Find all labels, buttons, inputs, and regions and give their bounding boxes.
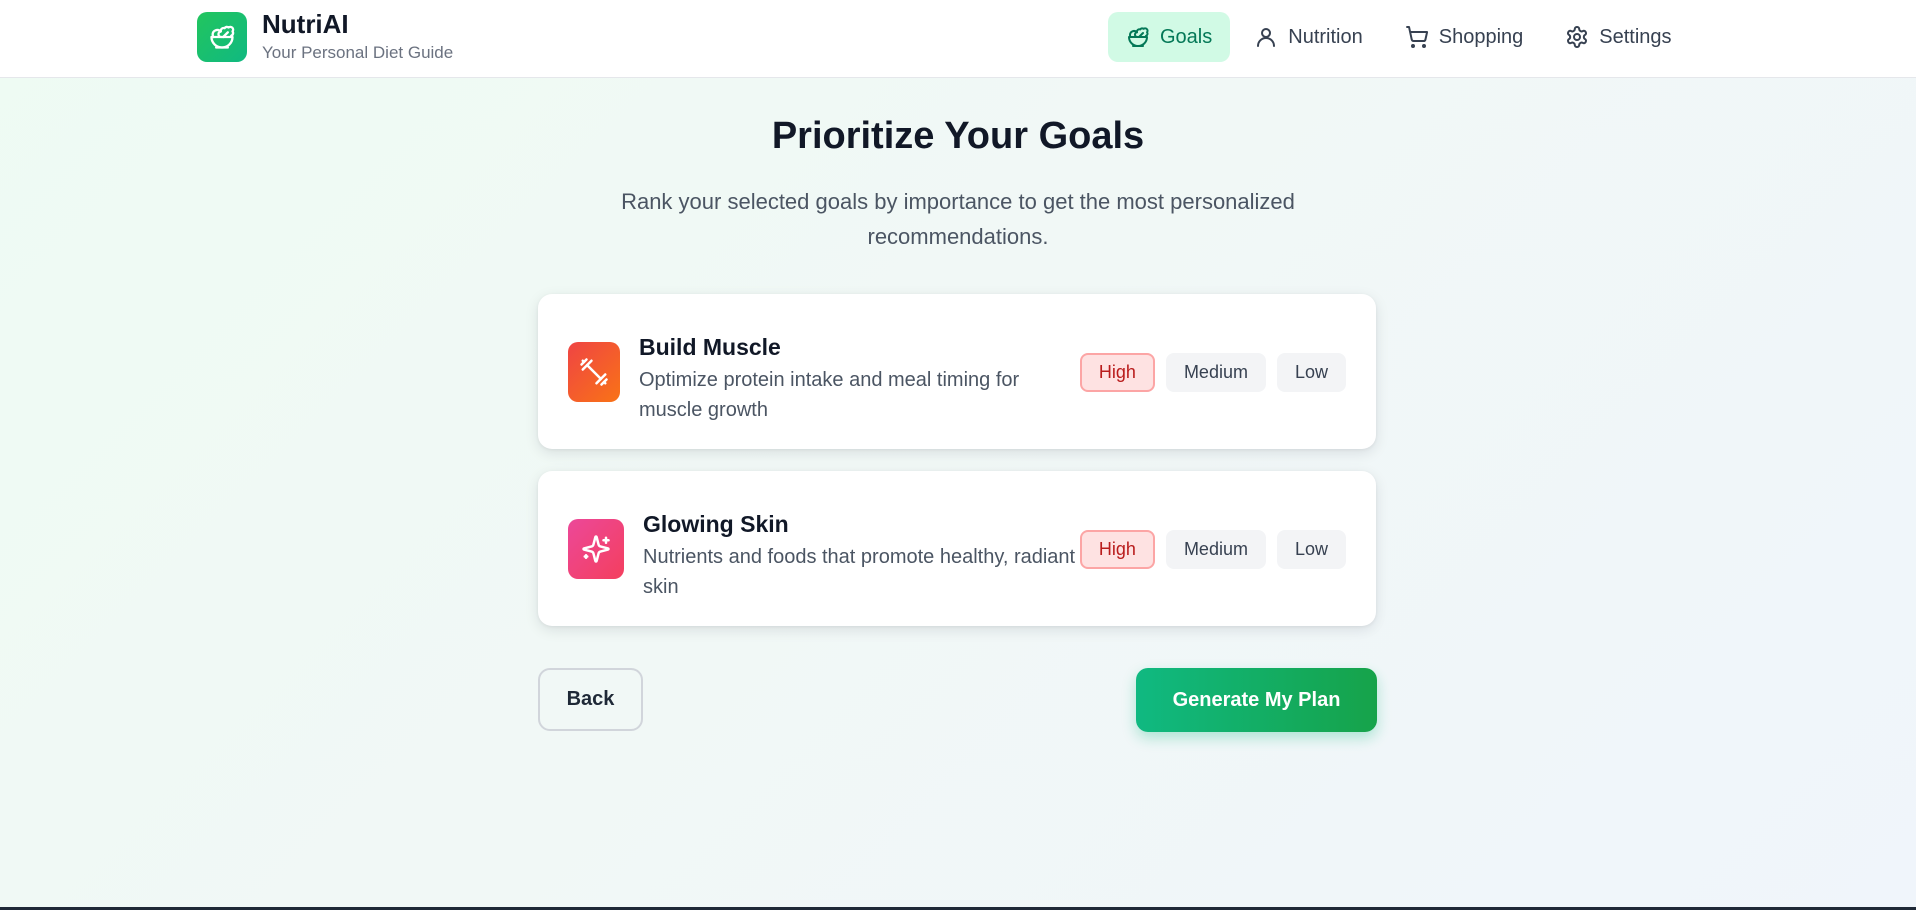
back-button[interactable]: Back: [538, 668, 643, 731]
dumbbell-icon: [568, 342, 620, 402]
page-subtitle: Rank your selected goals by importance t…: [621, 189, 1295, 249]
gear-icon: [1567, 26, 1588, 48]
priority-medium-button[interactable]: Medium: [1165, 353, 1266, 392]
app-name: NutriAI: [262, 9, 349, 39]
goal-description: Nutrients and foods that promote healthy…: [643, 546, 1076, 598]
page-title: Prioritize Your Goals: [771, 115, 1145, 157]
nav-item-nutrition[interactable]: Nutrition: [1236, 12, 1380, 62]
priority-medium-button[interactable]: Medium: [1165, 530, 1266, 569]
priority-selector: High Medium Low: [1079, 530, 1346, 569]
brand[interactable]: NutriAI Your Personal Diet Guide: [197, 9, 454, 62]
goal-title: Build Muscle: [639, 334, 781, 360]
nav-item-settings[interactable]: Settings: [1547, 12, 1689, 62]
goal-card-glowing-skin: Glowing Skin Nutrients and foods that pr…: [538, 471, 1376, 626]
nav-label-goals: Goals: [1160, 25, 1213, 48]
cart-icon: [1405, 26, 1428, 48]
nav-item-goals[interactable]: Goals: [1108, 12, 1231, 62]
priority-low-button[interactable]: Low: [1276, 353, 1346, 392]
salad-bowl-logo-icon: [197, 12, 247, 62]
nav-label-settings: Settings: [1599, 25, 1672, 48]
user-icon: [1257, 28, 1276, 47]
priority-high-button[interactable]: High: [1079, 353, 1155, 392]
nav-label-nutrition: Nutrition: [1288, 25, 1363, 48]
goal-title: Glowing Skin: [643, 511, 789, 537]
nav-label-shopping: Shopping: [1438, 25, 1524, 48]
goal-card-build-muscle: Build Muscle Optimize protein intake and…: [538, 294, 1376, 449]
app-tagline: Your Personal Diet Guide: [262, 43, 454, 62]
nav-item-shopping[interactable]: Shopping: [1387, 12, 1542, 62]
top-header: NutriAI Your Personal Diet Guide Goals N…: [0, 0, 1916, 78]
generate-plan-button[interactable]: Generate My Plan: [1136, 668, 1377, 732]
main-nav: Goals Nutrition Shopping Settings: [1108, 12, 1690, 62]
priority-low-button[interactable]: Low: [1276, 530, 1346, 569]
sparkles-icon: [568, 519, 624, 579]
goal-description: Optimize protein intake and meal timing …: [639, 369, 1020, 421]
salad-bowl-icon: [1128, 27, 1149, 47]
priority-selector: High Medium Low: [1079, 353, 1346, 392]
priority-high-button[interactable]: High: [1079, 530, 1155, 569]
